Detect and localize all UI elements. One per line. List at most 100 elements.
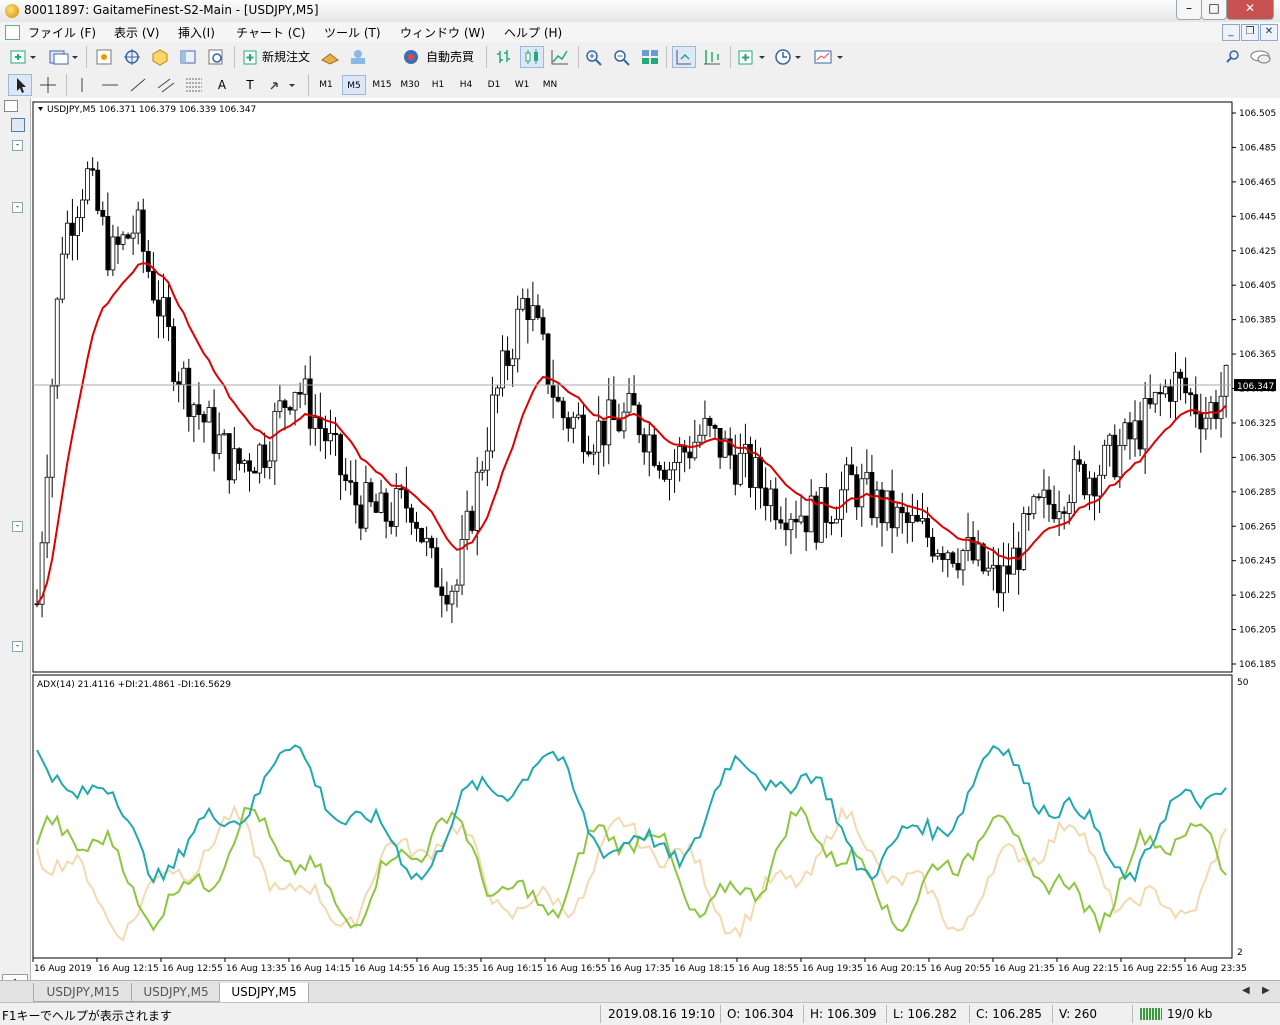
app-icon	[5, 4, 19, 18]
status-datetime: 2019.08.16 19:10	[608, 1007, 716, 1021]
chat-icon[interactable]	[1248, 46, 1274, 68]
equidistant-channel-icon[interactable]	[154, 74, 178, 96]
timeframe-m5[interactable]: M5	[342, 75, 366, 95]
candle-body	[206, 407, 212, 423]
candle-body	[1076, 459, 1082, 465]
candle-body	[292, 391, 298, 411]
tile-windows-icon[interactable]	[638, 46, 662, 68]
menu-file[interactable]: ファイル (F)	[24, 24, 100, 41]
candle-body	[1198, 413, 1204, 430]
candle-body	[788, 518, 794, 531]
timeframe-d1[interactable]: D1	[482, 75, 506, 95]
cursor-icon[interactable]	[8, 74, 32, 96]
collapse-toggle-icon[interactable]: -	[12, 641, 23, 652]
auto-scroll-icon[interactable]	[672, 46, 696, 68]
candlestick-chart-icon[interactable]	[520, 46, 544, 68]
tab-scroll-left-icon[interactable]: ◀	[1242, 985, 1250, 996]
candle-body	[525, 298, 531, 321]
maximize-button[interactable]: □	[1201, 0, 1227, 20]
tab-usdjpy-m5-active[interactable]: USDJPY,M5	[219, 983, 309, 1003]
candle-body	[44, 476, 50, 544]
candle-body	[388, 520, 394, 527]
timeframe-m1[interactable]: M1	[314, 75, 338, 95]
minimize-button[interactable]: –	[1176, 0, 1202, 20]
fibonacci-icon[interactable]	[182, 74, 206, 96]
candle-body	[373, 501, 379, 513]
candle-body	[1213, 402, 1219, 420]
status-volume: V: 260	[1059, 1007, 1097, 1021]
candle-body	[1223, 364, 1229, 397]
timeframe-m15[interactable]: M15	[370, 75, 394, 95]
crosshair-icon[interactable]	[36, 74, 60, 96]
time-axis: 16 Aug 2019 16 Aug 12:15 16 Aug 12:55 16 Au…	[32, 958, 1247, 974]
mail-icon[interactable]	[346, 46, 370, 68]
toolbar-separator	[308, 74, 309, 96]
menu-insert[interactable]: 挿入(I)	[174, 24, 219, 41]
mdi-restore-button[interactable]: ❐	[1241, 24, 1259, 41]
menu-chart[interactable]: チャート (C)	[232, 24, 309, 41]
collapse-toggle-icon[interactable]: -	[12, 140, 23, 151]
mdi-minimize-button[interactable]: _	[1222, 24, 1240, 41]
templates-icon[interactable]	[812, 46, 846, 68]
status-help-text: F1キーでヘルプが表示されます	[2, 1009, 172, 1023]
arrows-icon[interactable]	[266, 74, 300, 96]
tab-usdjpy-m15[interactable]: USDJPY,M15	[33, 983, 133, 1002]
menu-window[interactable]: ウィンドウ (W)	[396, 24, 489, 41]
candle-body	[515, 308, 521, 360]
strategy-tester-icon[interactable]	[204, 46, 228, 68]
mdi-close-button[interactable]: ✕	[1260, 24, 1278, 41]
navigator-icon[interactable]	[148, 46, 172, 68]
line-chart-icon[interactable]	[548, 46, 572, 68]
periods-icon[interactable]	[772, 46, 806, 68]
window-title: 80011897: GaitameFinest-S2-Main - [USDJP…	[24, 3, 319, 17]
collapse-toggle-icon[interactable]: -	[12, 202, 23, 213]
chart-shift-icon[interactable]	[700, 46, 724, 68]
tab-scroll-right-icon[interactable]: ▶	[1262, 985, 1270, 996]
text-tool-icon[interactable]: A	[210, 74, 234, 96]
panel-window-icon[interactable]	[11, 118, 25, 132]
data-window-icon[interactable]	[120, 46, 144, 68]
auto-trade-button[interactable]: 自動売買	[400, 46, 480, 68]
profiles-icon[interactable]	[46, 46, 80, 68]
candle-body	[323, 428, 328, 442]
toolbar-separator	[578, 46, 579, 68]
candle-body	[631, 393, 637, 406]
zoom-out-icon[interactable]	[610, 46, 634, 68]
menu-view[interactable]: 表示 (V)	[110, 24, 163, 41]
menu-help[interactable]: ヘルプ (H)	[500, 24, 566, 41]
horizontal-line-icon[interactable]	[98, 74, 122, 96]
price-label: 106.505	[1239, 109, 1276, 119]
search-icon[interactable]	[1222, 46, 1242, 68]
zoom-in-icon[interactable]	[582, 46, 606, 68]
timeframe-h1[interactable]: H1	[426, 75, 450, 95]
candle-body	[606, 399, 612, 446]
indicators-icon[interactable]	[736, 46, 770, 68]
timeframe-mn[interactable]: MN	[538, 75, 562, 95]
collapse-toggle-icon[interactable]: -	[12, 521, 23, 532]
price-label: 106.425	[1239, 247, 1276, 257]
new-order-button[interactable]: 新規注文	[240, 46, 316, 68]
timeframe-m30[interactable]: M30	[398, 75, 422, 95]
tab-usdjpy-m5[interactable]: USDJPY,M5	[131, 983, 221, 1002]
timeframe-w1[interactable]: W1	[510, 75, 534, 95]
chart-canvas[interactable]: 106.505 106.485 106.465 106.445 106.425 106.4…	[31, 98, 1280, 980]
new-chart-icon[interactable]	[8, 46, 38, 68]
menu-tools[interactable]: ツール (T)	[320, 24, 385, 41]
time-label: 16 Aug 19:35	[802, 964, 863, 974]
timeframe-h4[interactable]: H4	[454, 75, 478, 95]
vertical-line-icon[interactable]	[70, 74, 94, 96]
candle-body	[854, 474, 860, 508]
chart-window[interactable]: 106.505 106.485 106.465 106.445 106.425 106.4…	[31, 98, 1280, 980]
time-label: 16 Aug 2019	[34, 964, 92, 974]
trendline-icon[interactable]	[126, 74, 150, 96]
market-watch-icon[interactable]	[92, 46, 116, 68]
time-label: 16 Aug 21:35	[994, 964, 1055, 974]
text-label-icon[interactable]: T	[238, 74, 262, 96]
bar-chart-icon[interactable]	[492, 46, 516, 68]
candle-body	[474, 471, 480, 531]
panel-pin-icon[interactable]	[4, 100, 18, 112]
close-button[interactable]: ✕	[1226, 0, 1274, 20]
terminal-icon[interactable]	[176, 46, 200, 68]
candle-body	[398, 488, 404, 491]
history-center-icon[interactable]	[318, 46, 342, 68]
